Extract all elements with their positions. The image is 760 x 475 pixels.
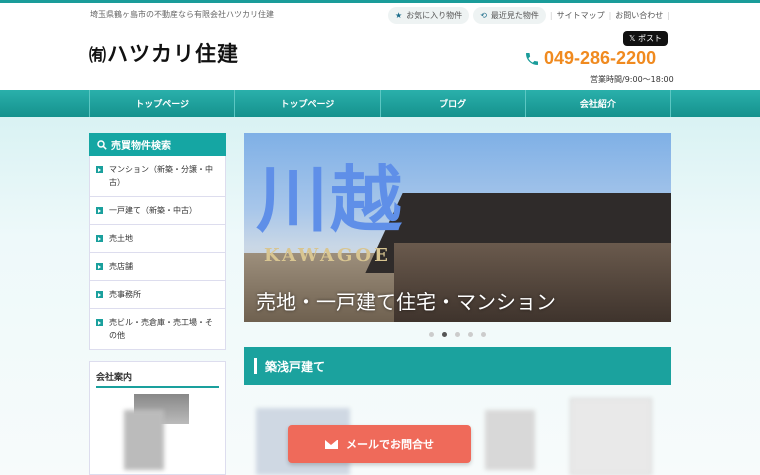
arrow-icon [96,319,103,326]
section-marker [254,358,257,374]
nav-item-company[interactable]: 会社紹介 [526,90,671,117]
sidebar: 売買物件検索 マンション（新築・分譲・中古） 一戸建て（新築・中古） 売土地 売… [89,133,226,350]
site-tagline: 埼玉県鶴ヶ島市の不動産なら有限会社ハツカリ住建 [90,10,274,19]
slide-caption: 売地・一戸建て住宅・マンション [256,290,556,314]
sidebar-item-label: 売土地 [109,234,133,243]
section-title: 築浅戸建て [265,359,326,374]
search-icon [97,139,107,150]
arrow-icon [96,291,103,298]
sidebar-item-other[interactable]: 売ビル・売倉庫・売工場・その他 [89,309,226,350]
site-logo[interactable]: ㈲ハツカリ住建 [89,38,239,68]
divider: | [608,11,612,20]
slide-title: 川越 [256,157,405,242]
arrow-icon [96,207,103,214]
recent-label: 最近見た物件 [490,11,539,20]
x-post-button[interactable]: 𝕏 ポスト [623,31,668,46]
nav-item-top[interactable]: トップページ [90,90,236,117]
sidebar-header: 売買物件検索 [89,133,226,156]
main-nav: トップページ トップページ ブログ 会社紹介 [0,90,760,117]
sidebar-item-office[interactable]: 売事務所 [89,281,226,309]
arrow-icon [96,263,103,270]
logo-text: ハツカリ住建 [107,42,239,66]
favorites-link[interactable]: ★ お気に入り物件 [388,7,470,24]
listing-thumbnail[interactable] [124,410,164,470]
divider: | [549,11,553,20]
sidebar-item-label: 売事務所 [109,290,141,299]
history-icon: ⟲ [480,11,487,20]
phone-icon [526,52,538,65]
arrow-icon [96,166,103,173]
listing-thumbnail[interactable] [570,398,652,475]
header-links: ★ お気に入り物件 ⟲ 最近見た物件 | サイトマップ | お問い合わせ | [388,7,670,24]
listing-thumbnail[interactable] [485,410,535,470]
mail-contact-label: メールでお問合せ [346,438,434,451]
sidebar-item-label: 一戸建て（新築・中古） [109,206,197,215]
favorites-label: お気に入り物件 [406,11,463,20]
slider-dot[interactable] [442,332,447,337]
phone-number[interactable]: 049-286-2200 [524,48,656,69]
slider-dots [244,332,671,337]
divider: | [667,11,670,20]
slide-romaji: KAWAGOE [264,245,391,266]
business-hours: 営業時間/9:00～18:00 [590,75,674,84]
slider-dot[interactable] [455,332,460,337]
sidebar-item-land[interactable]: 売土地 [89,225,226,253]
top-accent-bar [0,0,760,3]
sidebar-item-house[interactable]: 一戸建て（新築・中古） [89,197,226,225]
arrow-icon [96,235,103,242]
recent-link[interactable]: ⟲ 最近見た物件 [473,7,546,24]
company-title: 会社案内 [96,370,219,388]
sidebar-title: 売買物件検索 [111,141,171,152]
nav-item-top-2[interactable]: トップページ [235,90,381,117]
contact-link[interactable]: お問い合わせ [615,10,663,21]
hero-slider[interactable]: 川越 KAWAGOE 売地・一戸建て住宅・マンション [244,133,671,322]
sidebar-item-store[interactable]: 売店舗 [89,253,226,281]
slider-dot[interactable] [481,332,486,337]
slider-dot[interactable] [429,332,434,337]
nav-item-blog[interactable]: ブログ [381,90,526,117]
sidebar-item-label: マンション（新築・分譲・中古） [109,165,213,187]
section-header: 築浅戸建て [244,347,671,385]
sidebar-item-mansion[interactable]: マンション（新築・分譲・中古） [89,156,226,197]
star-icon: ★ [395,11,403,20]
mail-contact-button[interactable]: メールでお問合せ [288,425,471,463]
mail-icon [325,439,338,449]
slider-dot[interactable] [468,332,473,337]
sidebar-item-label: 売店舗 [109,262,133,271]
logo-mark: ㈲ [89,46,107,66]
sitemap-link[interactable]: サイトマップ [557,10,605,21]
sidebar-item-label: 売ビル・売倉庫・売工場・その他 [109,318,213,340]
phone-text: 049-286-2200 [544,48,657,68]
